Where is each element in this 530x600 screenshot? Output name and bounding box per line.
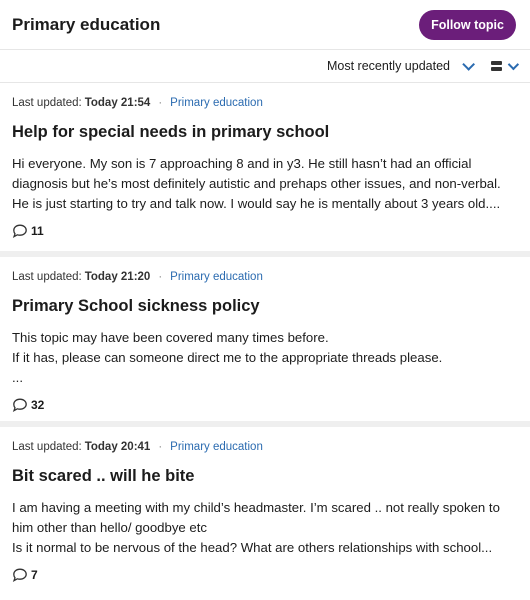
updated-prefix: Last updated: [12, 441, 82, 453]
thread-excerpt: This topic may have been covered many ti… [12, 328, 518, 388]
category-link[interactable]: Primary education [170, 441, 263, 453]
reply-count-value: 11 [31, 224, 44, 238]
reply-count: 11 [12, 224, 518, 238]
reply-count: 7 [12, 568, 518, 582]
reply-count: 32 [12, 398, 518, 412]
excerpt-line: Hi everyone. My son is 7 approaching 8 a… [12, 156, 472, 171]
sort-label: Most recently updated [327, 59, 450, 73]
updated-prefix: Last updated: [12, 271, 82, 283]
excerpt-line: Is it normal to be nervous of the head? … [12, 540, 493, 555]
separator-dot: · [158, 97, 163, 109]
excerpt-line: ... [12, 370, 23, 385]
thread-title[interactable]: Primary School sickness policy [12, 297, 518, 316]
thread-meta: Last updated: Today 21:20 · Primary educ… [12, 271, 518, 283]
comment-icon [12, 224, 27, 238]
excerpt-line: him other than hello/ goodbye etc [12, 520, 208, 535]
reply-count-value: 7 [31, 568, 38, 582]
thread-list: Last updated: Today 21:54 · Primary educ… [0, 83, 530, 597]
thread-excerpt: I am having a meeting with my child’s he… [12, 498, 518, 558]
sort-bar: Most recently updated [0, 50, 530, 83]
comment-icon [12, 398, 27, 412]
thread-card[interactable]: Last updated: Today 20:41 · Primary educ… [0, 427, 530, 597]
separator-dot: · [158, 441, 163, 453]
separator-dot: · [158, 271, 163, 283]
category-link[interactable]: Primary education [170, 271, 263, 283]
thread-title[interactable]: Bit scared .. will he bite [12, 467, 518, 486]
sort-dropdown[interactable]: Most recently updated [327, 57, 475, 73]
category-link[interactable]: Primary education [170, 97, 263, 109]
thread-title[interactable]: Help for special needs in primary school [12, 123, 518, 142]
chevron-down-icon [462, 57, 475, 71]
excerpt-line: He is just starting to try and talk now.… [12, 196, 501, 211]
excerpt-line: This topic may have been covered many ti… [12, 330, 329, 345]
updated-time: Today 21:54 [84, 97, 151, 109]
list-view-icon [491, 61, 502, 71]
reply-count-value: 32 [31, 398, 45, 412]
follow-topic-button[interactable]: Follow topic [419, 9, 516, 40]
excerpt-line: diagnosis but he’s most definitely autis… [12, 176, 501, 191]
thread-card[interactable]: Last updated: Today 21:20 · Primary educ… [0, 257, 530, 427]
page-title: Primary education [12, 14, 161, 34]
updated-prefix: Last updated: [12, 97, 82, 109]
updated-time: Today 20:41 [84, 441, 151, 453]
thread-meta: Last updated: Today 20:41 · Primary educ… [12, 441, 518, 453]
excerpt-line: If it has, please can someone direct me … [12, 350, 443, 365]
chevron-down-icon [507, 58, 520, 71]
thread-excerpt: Hi everyone. My son is 7 approaching 8 a… [12, 154, 518, 214]
thread-meta: Last updated: Today 21:54 · Primary educ… [12, 97, 518, 109]
updated-time: Today 21:20 [84, 271, 151, 283]
excerpt-line: I am having a meeting with my child’s he… [12, 500, 500, 515]
thread-card[interactable]: Last updated: Today 21:54 · Primary educ… [0, 83, 530, 257]
topic-header: Primary education Follow topic [0, 0, 530, 50]
view-mode-toggle[interactable] [491, 58, 520, 71]
comment-icon [12, 568, 27, 582]
